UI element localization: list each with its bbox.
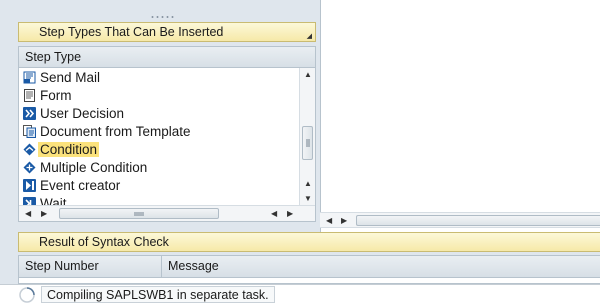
form-icon xyxy=(23,88,36,102)
step-types-panel: Step Types That Can Be Inserted ◢ Step T… xyxy=(0,0,320,232)
step-type-label: Form xyxy=(40,87,72,103)
status-message: Compiling SAPLSWB1 in separate task. xyxy=(41,286,275,303)
step-list-vertical-scrollbar[interactable]: ▲ ▲ ▼ xyxy=(299,68,315,206)
scroll-right-arrow-icon[interactable]: ▶ xyxy=(341,217,347,225)
document-template-icon xyxy=(23,124,36,138)
condition-icon xyxy=(23,143,36,156)
scroll-up-arrow-icon[interactable]: ▲ xyxy=(304,180,312,188)
vertical-scroll-thumb[interactable] xyxy=(302,126,313,160)
scroll-right-arrow-icon[interactable]: ▶ xyxy=(287,210,293,218)
column-header-step-type[interactable]: Step Type xyxy=(19,47,315,68)
step-type-label: Send Mail xyxy=(40,69,101,85)
step-type-condition[interactable]: Condition xyxy=(19,140,301,158)
syntax-check-header[interactable]: Result of Syntax Check xyxy=(18,232,600,252)
graphic-editor-pane[interactable] xyxy=(320,0,600,232)
step-type-table: Step Type Send Mail Form User Decision D… xyxy=(18,46,316,222)
event-creator-icon xyxy=(23,178,36,192)
syntax-check-title: Result of Syntax Check xyxy=(39,235,169,249)
step-type-multiple-condition[interactable]: Multiple Condition xyxy=(19,158,301,176)
step-type-label: Event creator xyxy=(40,177,121,193)
busy-spinner-icon xyxy=(18,286,36,304)
step-type-list: Send Mail Form User Decision Document fr… xyxy=(19,68,301,206)
user-decision-icon xyxy=(23,106,36,120)
step-type-label: User Decision xyxy=(40,105,125,121)
step-type-form[interactable]: Form xyxy=(19,86,301,104)
multiple-condition-icon xyxy=(23,161,36,174)
horizontal-scroll-thumb[interactable] xyxy=(59,208,219,219)
step-type-label: Multiple Condition xyxy=(40,159,148,175)
status-bar: Compiling SAPLSWB1 in separate task. xyxy=(0,284,600,304)
step-type-user-decision[interactable]: User Decision xyxy=(19,104,301,122)
step-types-title: Step Types That Can Be Inserted xyxy=(39,25,224,39)
step-type-document-from-template[interactable]: Document from Template xyxy=(19,122,301,140)
resize-corner-icon[interactable]: ◢ xyxy=(307,33,312,40)
column-header-label: Step Type xyxy=(25,50,82,64)
column-header-step-number[interactable]: Step Number xyxy=(19,256,162,277)
scroll-down-arrow-icon[interactable]: ▼ xyxy=(304,195,312,203)
scroll-up-arrow-icon[interactable]: ▲ xyxy=(304,71,312,79)
step-type-label: Document from Template xyxy=(40,123,191,139)
editor-scroll-thumb[interactable] xyxy=(356,215,600,226)
step-list-horizontal-scrollbar[interactable]: ◀ ▶ ◀ ▶ xyxy=(19,205,315,221)
scroll-right-arrow-icon[interactable]: ▶ xyxy=(41,210,47,218)
send-mail-icon xyxy=(23,71,36,84)
splitter-grip[interactable] xyxy=(150,15,176,19)
step-type-label: Condition xyxy=(38,141,100,157)
step-type-event-creator[interactable]: Event creator xyxy=(19,176,301,194)
column-header-message[interactable]: Message xyxy=(162,256,600,277)
syntax-check-table: Step Number Message xyxy=(18,255,600,284)
step-type-send-mail[interactable]: Send Mail xyxy=(19,68,301,86)
syntax-check-panel: Result of Syntax Check Step Number Messa… xyxy=(0,232,600,284)
scroll-left-arrow-icon[interactable]: ◀ xyxy=(326,217,332,225)
scroll-left-arrow-icon[interactable]: ◀ xyxy=(271,210,277,218)
step-types-header[interactable]: Step Types That Can Be Inserted ◢ xyxy=(18,22,316,42)
editor-horizontal-scrollbar[interactable]: ◀ ▶ xyxy=(320,212,600,228)
scroll-left-arrow-icon[interactable]: ◀ xyxy=(25,210,31,218)
